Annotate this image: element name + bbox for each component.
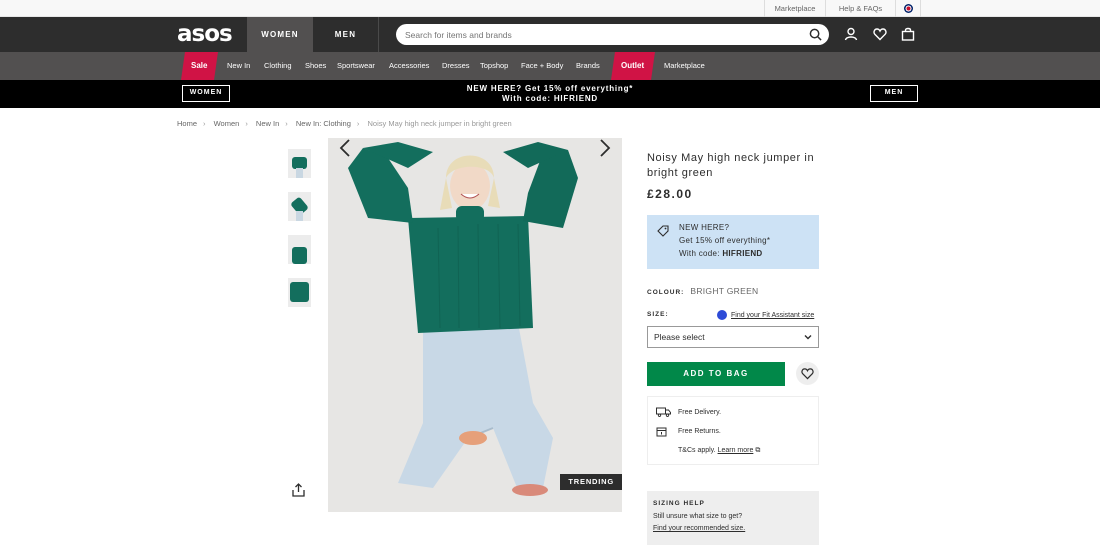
nav-item-dresses[interactable]: Dresses bbox=[442, 52, 470, 80]
search-input[interactable] bbox=[396, 24, 801, 45]
breadcrumb: Home › Women › New In › New In: Clothing › N… bbox=[177, 119, 516, 128]
size-select-value: Please select bbox=[654, 332, 705, 342]
nav-item-marketplace[interactable]: Marketplace bbox=[664, 52, 705, 80]
fit-assistant-link[interactable]: Find your Fit Assistant size bbox=[717, 310, 814, 320]
heart-icon bbox=[801, 368, 814, 380]
promo-box-line-3: With code: HIFRIEND bbox=[679, 249, 763, 258]
next-image-arrow-icon[interactable] bbox=[598, 138, 612, 158]
share-icon[interactable] bbox=[292, 483, 305, 497]
marketplace-link[interactable]: Marketplace bbox=[764, 0, 825, 17]
recommended-size-link[interactable]: Find your recommended size. bbox=[653, 525, 745, 532]
promo-women-button[interactable]: WOMEN bbox=[182, 85, 230, 102]
product-title: Noisy May high neck jumper in bright gre… bbox=[647, 152, 815, 179]
breadcrumb-new-in-clothing[interactable]: New In: Clothing bbox=[296, 119, 351, 128]
tcs-row: T&Cs apply. Learn more ⧉ bbox=[678, 447, 761, 454]
delivery-truck-icon bbox=[656, 407, 671, 417]
fit-assistant-icon bbox=[717, 310, 727, 320]
new-customer-promo-box: NEW HERE? Get 15% off everything* With c… bbox=[647, 215, 819, 269]
search-icon[interactable] bbox=[809, 28, 822, 41]
delivery-info-box: Free Delivery. Free Returns. T&Cs apply.… bbox=[647, 396, 819, 465]
chevron-down-icon bbox=[804, 335, 812, 340]
tab-men[interactable]: MEN bbox=[313, 17, 379, 52]
promo-line-1: NEW HERE? Get 15% off everything* bbox=[466, 84, 634, 93]
nav-item-accessories[interactable]: Accessories bbox=[389, 52, 429, 80]
uk-flag-icon bbox=[904, 4, 913, 13]
help-faqs-link[interactable]: Help & FAQs bbox=[825, 0, 895, 17]
save-for-later-button[interactable] bbox=[796, 362, 819, 385]
saved-items-icon[interactable] bbox=[873, 27, 887, 41]
nav-item-sale[interactable]: Sale bbox=[181, 52, 218, 80]
price-tag-icon bbox=[657, 225, 669, 237]
thumbnail-2[interactable] bbox=[288, 192, 311, 221]
promo-code: HIFRIEND bbox=[722, 249, 763, 258]
sizing-help-text: Still unsure what size to get? bbox=[653, 513, 743, 520]
external-link-icon: ⧉ bbox=[755, 447, 761, 454]
add-to-bag-button[interactable]: ADD TO BAG bbox=[647, 362, 785, 386]
nav-item-clothing[interactable]: Clothing bbox=[264, 52, 292, 80]
promo-text: NEW HERE? Get 15% off everything* With c… bbox=[380, 84, 720, 103]
nav-item-topshop[interactable]: Topshop bbox=[480, 52, 508, 80]
nav-item-face-body[interactable]: Face + Body bbox=[521, 52, 563, 80]
thumbnail-4[interactable] bbox=[288, 278, 311, 307]
previous-image-arrow-icon[interactable] bbox=[338, 138, 352, 158]
bag-icon[interactable] bbox=[901, 27, 915, 41]
sizing-help-title: SIZING HELP bbox=[653, 500, 705, 507]
product-price: £28.00 bbox=[647, 187, 693, 201]
country-selector[interactable] bbox=[895, 0, 921, 17]
product-main-image: TRENDING bbox=[328, 138, 622, 512]
product-photo bbox=[328, 138, 622, 512]
size-label: SIZE: bbox=[647, 311, 669, 318]
breadcrumb-women[interactable]: Women bbox=[214, 119, 240, 128]
breadcrumb-separator: › bbox=[356, 119, 360, 128]
promo-men-button[interactable]: MEN bbox=[870, 85, 918, 102]
promo-banner: WOMEN NEW HERE? Get 15% off everything* … bbox=[0, 80, 1100, 108]
promo-box-line-2: Get 15% off everything* bbox=[679, 236, 771, 245]
search-bar bbox=[396, 24, 829, 45]
promo-box-line-1: NEW HERE? bbox=[679, 223, 730, 232]
nav-item-sportswear[interactable]: Sportswear bbox=[337, 52, 375, 80]
promo-line-2: With code: HIFRIEND bbox=[501, 93, 598, 103]
breadcrumb-current: Noisy May high neck jumper in bright gre… bbox=[367, 119, 512, 128]
learn-more-link[interactable]: Learn more bbox=[718, 447, 754, 454]
free-delivery-row: Free Delivery. bbox=[656, 407, 721, 417]
breadcrumb-home[interactable]: Home bbox=[177, 119, 197, 128]
size-select[interactable]: Please select bbox=[647, 326, 819, 348]
free-returns-row: Free Returns. bbox=[656, 427, 721, 437]
colour-row: COLOUR: BRIGHT GREEN bbox=[647, 286, 759, 296]
tab-women[interactable]: WOMEN bbox=[247, 17, 313, 52]
breadcrumb-separator: › bbox=[285, 119, 288, 128]
thumbnail-3[interactable] bbox=[288, 235, 311, 264]
breadcrumb-separator: › bbox=[245, 119, 248, 128]
returns-box-icon bbox=[656, 427, 667, 437]
main-header: asos WOMEN MEN bbox=[0, 17, 1100, 52]
asos-logo[interactable]: asos bbox=[177, 21, 233, 47]
breadcrumb-separator: › bbox=[203, 119, 206, 128]
category-nav: Sale New In Clothing Shoes Sportswear Ac… bbox=[0, 52, 1100, 80]
thumbnail-1[interactable] bbox=[288, 149, 311, 178]
nav-item-outlet[interactable]: Outlet bbox=[611, 52, 655, 80]
utility-bar: Marketplace Help & FAQs bbox=[0, 0, 1100, 17]
colour-label: COLOUR: bbox=[647, 289, 685, 296]
nav-item-brands[interactable]: Brands bbox=[576, 52, 600, 80]
account-icon[interactable] bbox=[844, 27, 858, 41]
sizing-help-box: SIZING HELP Still unsure what size to ge… bbox=[647, 491, 819, 545]
colour-value: BRIGHT GREEN bbox=[690, 286, 759, 296]
breadcrumb-new-in[interactable]: New In bbox=[256, 119, 279, 128]
trending-badge: TRENDING bbox=[560, 474, 622, 490]
nav-item-shoes[interactable]: Shoes bbox=[305, 52, 326, 80]
nav-item-new-in[interactable]: New In bbox=[227, 52, 250, 80]
